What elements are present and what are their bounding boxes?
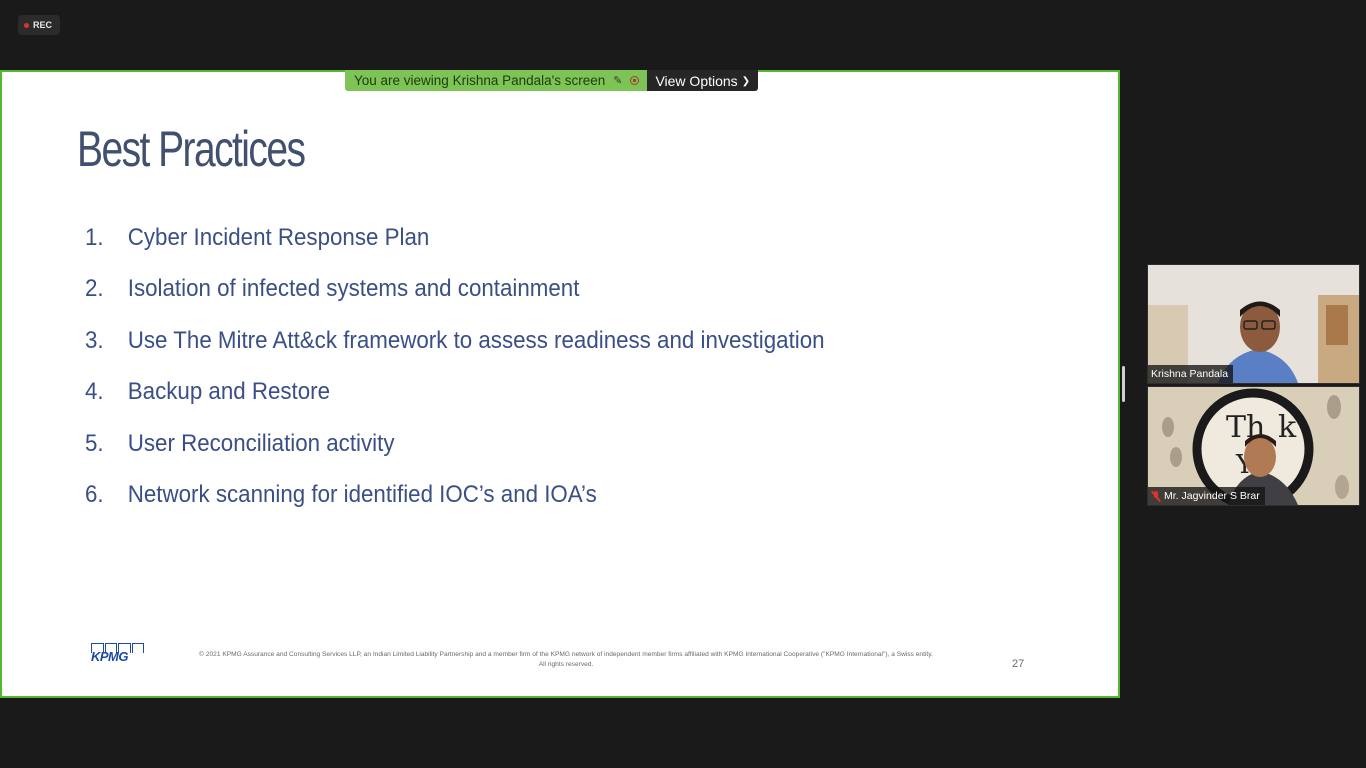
- recording-indicator[interactable]: REC: [18, 15, 61, 35]
- kpmg-logo: KPMG: [91, 643, 144, 665]
- recording-dot-icon: [24, 22, 29, 28]
- copyright-notice: © 2021 KPMG Assurance and Consulting Ser…: [199, 651, 933, 668]
- list-item: 5. User Reconciliation activity: [85, 418, 825, 470]
- participant-video-jagvinder[interactable]: Th k Y Mr. Jagvinder S Brar: [1147, 386, 1360, 506]
- meeting-window: REC You are viewing Krishna Pandala's sc…: [0, 0, 1366, 768]
- list-item-text: User Reconciliation activity: [127, 429, 395, 457]
- slide-title: Best Practices: [77, 121, 306, 177]
- list-item: 1. Cyber Incident Response Plan: [85, 212, 825, 264]
- list-item-number: 2.: [85, 275, 104, 303]
- list-item-number: 4.: [85, 378, 104, 406]
- svg-text:k: k: [1278, 410, 1297, 445]
- list-item-text: Network scanning for identified IOC’s an…: [127, 481, 597, 509]
- participant-name-tag: Mr. Jagvinder S Brar: [1148, 487, 1265, 505]
- list-item-text: Cyber Incident Response Plan: [127, 223, 430, 251]
- chevron-down-icon: ❯: [741, 76, 751, 87]
- participant-name-tag: Krishna Pandala: [1148, 365, 1234, 383]
- list-item: 3. Use The Mitre Att&ck framework to ass…: [85, 315, 825, 367]
- best-practices-list: 1. Cyber Incident Response Plan 2. Isola…: [85, 212, 880, 521]
- slide-page-number: 27: [1012, 658, 1025, 670]
- stop-share-icon[interactable]: [630, 76, 640, 85]
- view-options-label: View Options: [655, 72, 738, 89]
- list-item-text: Backup and Restore: [127, 378, 331, 406]
- list-item-number: 6.: [85, 481, 104, 509]
- list-item-number: 3.: [85, 326, 104, 354]
- list-item: 2. Isolation of infected systems and con…: [85, 264, 825, 316]
- recording-label: REC: [33, 20, 53, 30]
- viewing-notice: You are viewing Krishna Pandala's screen…: [345, 70, 648, 91]
- muted-mic-icon: [1151, 490, 1161, 502]
- participant-name: Mr. Jagvinder S Brar: [1164, 490, 1260, 502]
- pencil-icon[interactable]: ✎: [613, 74, 622, 87]
- participant-video-krishna[interactable]: Krishna Pandala: [1147, 264, 1360, 384]
- viewing-notice-text: You are viewing Krishna Pandala's screen: [354, 73, 606, 88]
- list-item-text: Isolation of infected systems and contai…: [127, 275, 580, 303]
- list-item-number: 5.: [85, 429, 104, 457]
- list-item: 6. Network scanning for identified IOC’s…: [85, 470, 825, 522]
- screen-share-banner: You are viewing Krishna Pandala's screen…: [345, 70, 759, 91]
- list-item-text: Use The Mitre Att&ck framework to assess…: [127, 326, 825, 354]
- panel-resize-handle[interactable]: [1122, 366, 1125, 402]
- list-item-number: 1.: [85, 223, 104, 251]
- participant-name: Krishna Pandala: [1151, 368, 1229, 380]
- view-options-button[interactable]: View Options ❯: [647, 70, 759, 91]
- list-item: 4. Backup and Restore: [85, 367, 825, 419]
